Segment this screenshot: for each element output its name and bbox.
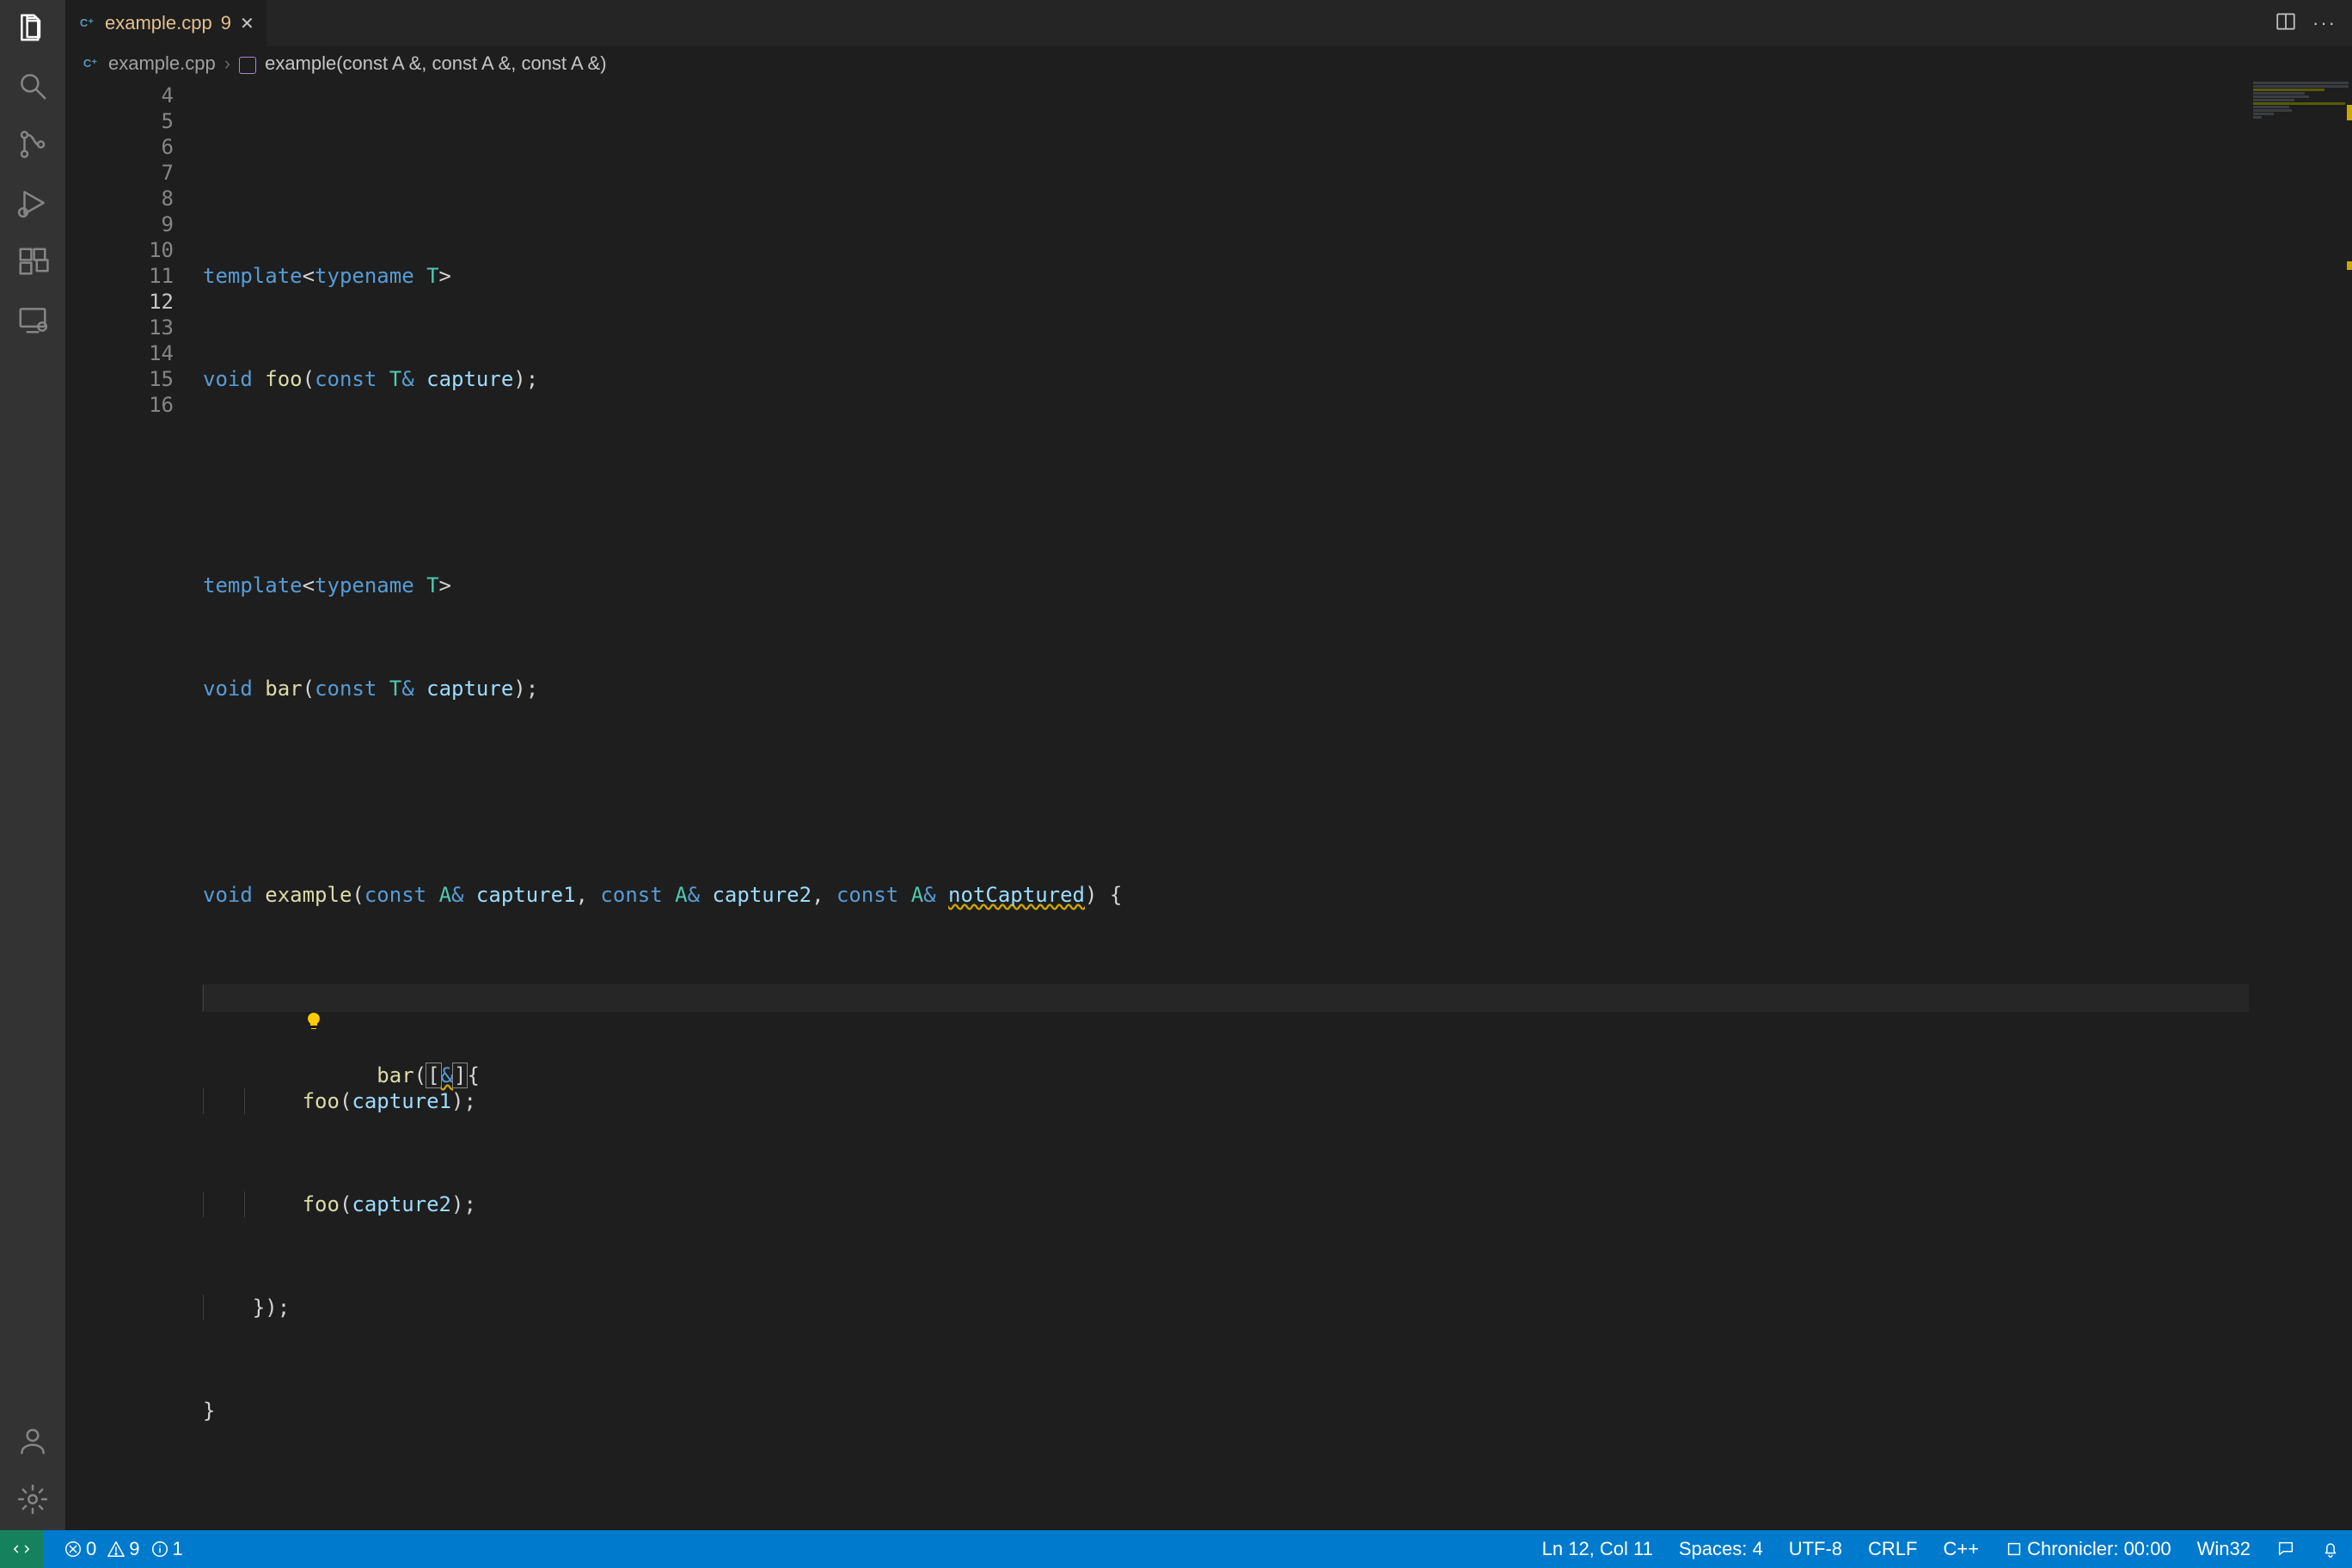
code-line[interactable]: });: [203, 1295, 2352, 1320]
tab-filename: example.cpp: [105, 12, 212, 34]
code-line[interactable]: void foo(const T& capture);: [203, 366, 2352, 392]
line-number: 13: [65, 315, 174, 340]
minimap[interactable]: [2249, 81, 2352, 1530]
tabs-row: example.cpp 9 ✕ ···: [65, 0, 2352, 46]
activity-bar: [0, 0, 65, 1530]
remote-explorer-icon[interactable]: [15, 303, 50, 337]
workbench: example.cpp 9 ✕ ··· example.cpp › exampl…: [0, 0, 2352, 1530]
line-number: 14: [65, 340, 174, 366]
explorer-icon[interactable]: [15, 10, 50, 45]
source-control-icon[interactable]: [15, 127, 50, 162]
chronicler-status[interactable]: Chronicler: 00:00: [2000, 1538, 2177, 1560]
tab-example-cpp[interactable]: example.cpp 9 ✕: [65, 0, 267, 46]
line-number: 6: [65, 134, 174, 160]
code-line[interactable]: template<typename T>: [203, 263, 2352, 289]
line-number: 16: [65, 392, 174, 418]
line-number: 8: [65, 186, 174, 211]
code-line[interactable]: [203, 160, 2352, 186]
line-number: 4: [65, 83, 174, 108]
line-number: 11: [65, 263, 174, 289]
encoding-status[interactable]: UTF-8: [1784, 1538, 1847, 1560]
symbol-method-icon: [239, 57, 256, 74]
lightbulb-icon[interactable]: [155, 985, 175, 1006]
editor-actions: ···: [2275, 0, 2352, 46]
settings-gear-icon[interactable]: [15, 1482, 50, 1516]
code-line[interactable]: bar([&]{: [203, 985, 2352, 1011]
warning-count: 9: [129, 1538, 139, 1560]
code-line[interactable]: void bar(const T& capture);: [203, 676, 2352, 701]
record-icon: [2005, 1540, 2024, 1559]
notifications-icon[interactable]: [2316, 1540, 2345, 1559]
code-line[interactable]: foo(capture2);: [203, 1191, 2352, 1217]
cursor-position[interactable]: Ln 12, Col 11: [1537, 1538, 1658, 1560]
code-line[interactable]: foo(capture1);: [203, 1088, 2352, 1114]
code-line[interactable]: }: [203, 1398, 2352, 1424]
accounts-icon[interactable]: [15, 1424, 50, 1458]
editor-group: example.cpp 9 ✕ ··· example.cpp › exampl…: [65, 0, 2352, 1530]
code-line[interactable]: template<typename T>: [203, 573, 2352, 598]
tab-dirty-count: 9: [221, 12, 231, 34]
warning-icon: [107, 1540, 126, 1559]
code-content[interactable]: template<typename T> void foo(const T& c…: [203, 81, 2352, 1530]
search-icon[interactable]: [15, 69, 50, 103]
cpp-file-icon: [81, 54, 100, 73]
remote-icon: [12, 1540, 31, 1559]
more-actions-icon[interactable]: ···: [2312, 12, 2337, 34]
indentation-status[interactable]: Spaces: 4: [1674, 1538, 1768, 1560]
remote-indicator[interactable]: [0, 1530, 43, 1568]
chevron-right-icon: ›: [224, 52, 230, 75]
breadcrumb-file[interactable]: example.cpp: [108, 52, 216, 75]
split-editor-icon[interactable]: [2275, 10, 2297, 37]
breadcrumbs[interactable]: example.cpp › example(const A &, const A…: [65, 46, 2352, 81]
chronicler-label: Chronicler: 00:00: [2027, 1538, 2171, 1560]
extensions-icon[interactable]: [15, 244, 50, 279]
code-editor[interactable]: 4 5 6 7 8 9 10 11 12 13 14 15 16 templat…: [65, 81, 2352, 1530]
line-number: 5: [65, 108, 174, 134]
status-bar: 0 9 1 Ln 12, Col 11 Spaces: 4 UTF-8 CRLF…: [0, 1530, 2352, 1568]
line-number-gutter: 4 5 6 7 8 9 10 11 12 13 14 15 16: [65, 81, 203, 1530]
feedback-icon[interactable]: [2271, 1540, 2300, 1559]
line-number: 12: [65, 289, 174, 315]
eol-status[interactable]: CRLF: [1863, 1538, 1922, 1560]
language-mode[interactable]: C++: [1939, 1538, 1985, 1560]
line-number: 15: [65, 366, 174, 392]
run-debug-icon[interactable]: [15, 186, 50, 220]
line-number: 9: [65, 211, 174, 237]
info-count: 1: [173, 1538, 183, 1560]
code-line[interactable]: [203, 469, 2352, 495]
problems-status[interactable]: 0 9 1: [58, 1538, 188, 1560]
minimap-cursor-marker: [2347, 105, 2352, 120]
info-icon: [150, 1540, 169, 1559]
minimap-warning-marker: [2347, 261, 2352, 270]
line-number: 7: [65, 160, 174, 186]
breadcrumb-symbol[interactable]: example(const A &, const A &, const A &): [265, 52, 606, 75]
line-number: 10: [65, 237, 174, 263]
close-icon[interactable]: ✕: [240, 13, 254, 34]
code-line[interactable]: void example(const A& capture1, const A&…: [203, 882, 2352, 908]
code-line[interactable]: [203, 779, 2352, 805]
error-icon: [64, 1540, 83, 1559]
error-count: 0: [86, 1538, 96, 1560]
host-status[interactable]: Win32: [2192, 1538, 2256, 1560]
cpp-file-icon: [77, 14, 96, 33]
